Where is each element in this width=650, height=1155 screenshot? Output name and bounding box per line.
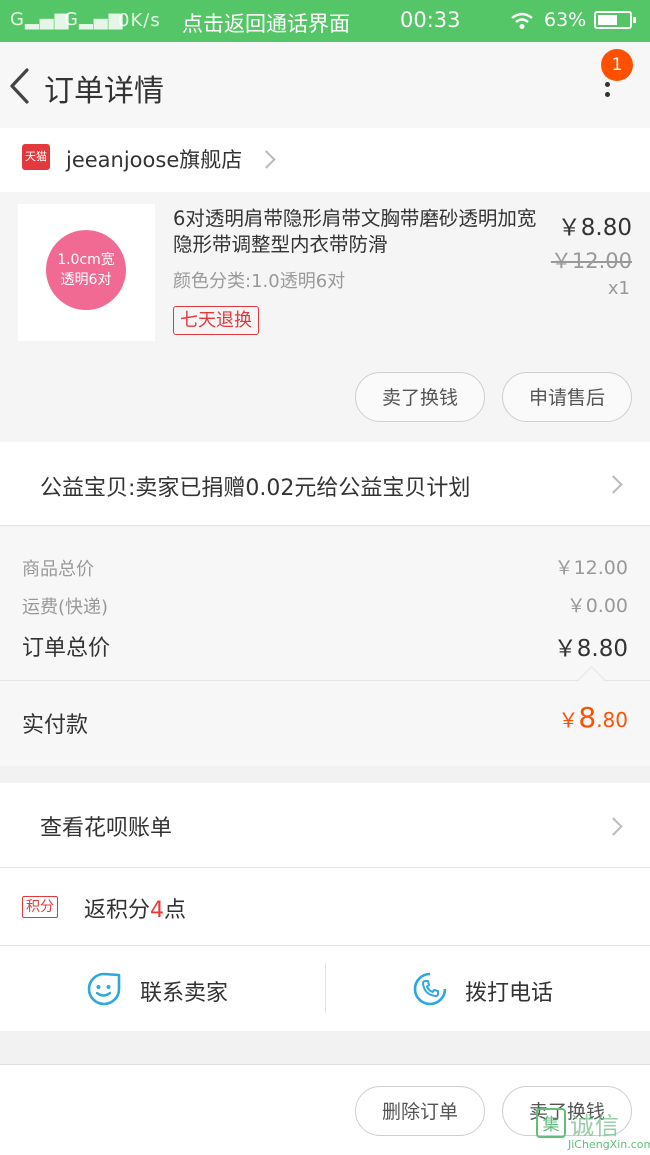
status-bar: G▂▄▆ G▂▄▆ 0K/s 点击返回通话界面 00:33 63% [0,0,650,42]
points-number: 4 [150,898,165,923]
actual-payment-label: 实付款 [22,713,89,738]
network-speed: 0K/s [118,10,161,31]
contact-seller-label: 联系卖家 [140,981,229,1006]
return-to-call-link[interactable]: 点击返回通话界面 [182,8,350,38]
order-total-value: ￥8.80 [553,636,628,662]
wifi-icon [511,12,533,29]
store-row[interactable]: 天猫 jeeanjoose旗舰店 [0,128,650,192]
chevron-right-icon [604,475,623,494]
nav-bar: 订单详情 [0,42,650,128]
charity-text: 公益宝贝:卖家已捐赠0.02元给公益宝贝计划 [40,476,471,501]
chat-smile-icon [87,972,121,1006]
charity-row[interactable]: 公益宝贝:卖家已捐赠0.02元给公益宝贝计划 [0,442,650,526]
watermark-cn: 诚信 [570,1112,620,1140]
chevron-right-icon [257,150,276,169]
phone-icon [413,972,447,1006]
tmall-logo-icon: 天猫 [22,144,50,170]
signal-icon: G▂▄▆ [10,9,70,30]
paid-decimal: .80 [596,708,628,732]
points-row: 积分 返积分4点 [0,868,650,946]
order-total-label: 订单总价 [22,636,111,661]
product-price: ￥8.80 [557,215,632,241]
call-phone-button[interactable]: 拨打电话 [326,946,650,1031]
back-arrow-icon[interactable] [8,68,30,104]
points-prefix: 返积分 [84,898,151,923]
signal-icon: G▂▄▆ [64,9,124,30]
product-quantity: x1 [607,278,630,299]
return-policy-tag: 七天退换 [173,306,259,335]
sell-for-cash-button[interactable]: 卖了换钱 [355,372,485,422]
battery-icon [594,11,636,29]
page-title: 订单详情 [44,74,164,109]
product-sku: 颜色分类:1.0透明6对 [173,271,346,292]
call-phone-label: 拨打电话 [465,981,554,1006]
actual-payment-row: 实付款 ￥8.80 [0,681,650,766]
huabei-bill-text: 查看花呗账单 [40,816,173,841]
paid-currency: ￥ [558,708,579,732]
points-suffix: 点 [164,898,187,923]
product-title[interactable]: 6对透明肩带隐形肩带文胸带磨砂透明加宽隐形带调整型内衣带防滑 [173,206,538,258]
points-text: 返积分4点 [84,892,186,924]
battery-percent: 63% [544,9,587,31]
paid-integer: 8 [578,701,597,734]
product-original-price: ￥12.00 [550,249,632,273]
points-badge: 积分 [22,896,58,918]
product-item[interactable]: 1.0cm宽 透明6对 6对透明肩带隐形肩带文胸带磨砂透明加宽隐形带调整型内衣带… [0,192,650,442]
shipping-label: 运费(快递) [22,597,109,618]
goods-total-value: ￥12.00 [554,557,628,579]
thumbnail-text-line1: 1.0cm宽 [57,252,115,268]
site-watermark: 集 诚信 JiChengXin.com [532,1106,650,1155]
thumbnail-text-line2: 透明6对 [60,272,112,288]
watermark-logo-icon: 集 [536,1108,566,1138]
shipping-value: ￥0.00 [566,595,628,617]
chevron-right-icon [604,817,623,836]
contact-bar: 联系卖家 拨打电话 [0,946,650,1031]
delete-order-button[interactable]: 删除订单 [355,1086,485,1136]
goods-total-label: 商品总价 [22,559,94,580]
store-name[interactable]: jeeanjoose旗舰店 [66,144,242,174]
product-thumbnail[interactable]: 1.0cm宽 透明6对 [18,204,155,341]
notification-badge: 1 [601,49,633,81]
after-sale-button[interactable]: 申请售后 [502,372,632,422]
clock: 00:33 [400,8,461,32]
thumbnail-badge: 1.0cm宽 透明6对 [46,230,126,310]
contact-seller-button[interactable]: 联系卖家 [0,946,325,1031]
price-summary: 商品总价 ￥12.00 运费(快递) ￥0.00 订单总价 ￥8.80 [0,527,650,681]
actual-payment-value: ￥8.80 [558,701,628,734]
watermark-en: JiChengXin.com [568,1138,650,1151]
huabei-bill-row[interactable]: 查看花呗账单 [0,783,650,868]
